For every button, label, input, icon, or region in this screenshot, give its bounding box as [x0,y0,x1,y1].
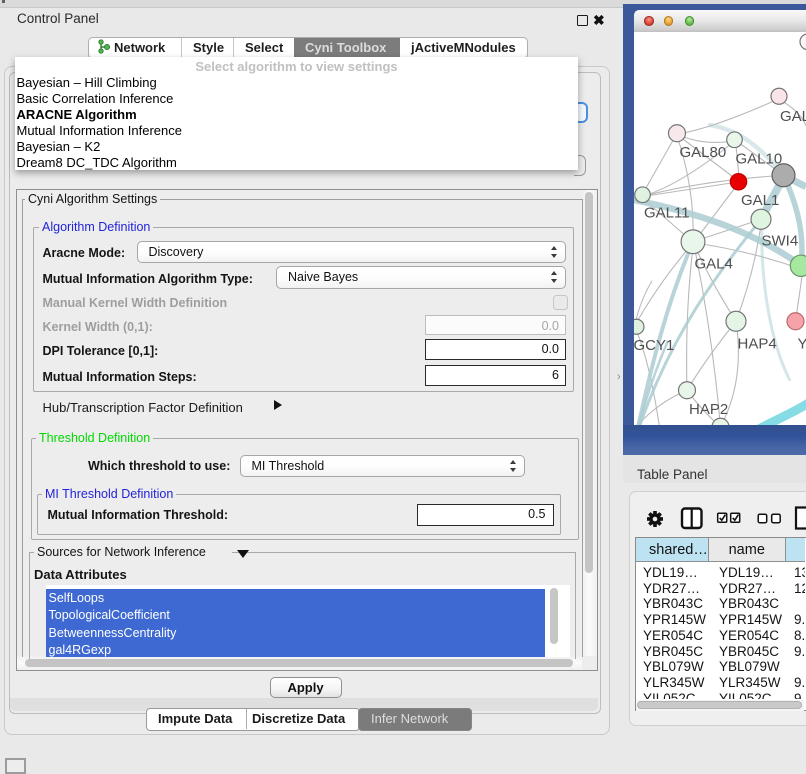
svg-text:GCY1: GCY1 [634,336,674,353]
svg-text:SWI4: SWI4 [762,232,799,249]
svg-text:GAL80: GAL80 [680,143,727,160]
svg-text:GAL11: GAL11 [644,204,690,221]
svg-text:HAP2: HAP2 [689,400,728,417]
svg-text:GAL10: GAL10 [736,150,783,167]
svg-text:Y: Y [798,335,806,352]
svg-text:HAP4: HAP4 [738,335,777,352]
svg-text:GAL1: GAL1 [741,191,779,208]
svg-text:GAL4: GAL4 [695,255,733,272]
svg-text:GAL2: GAL2 [780,107,806,124]
